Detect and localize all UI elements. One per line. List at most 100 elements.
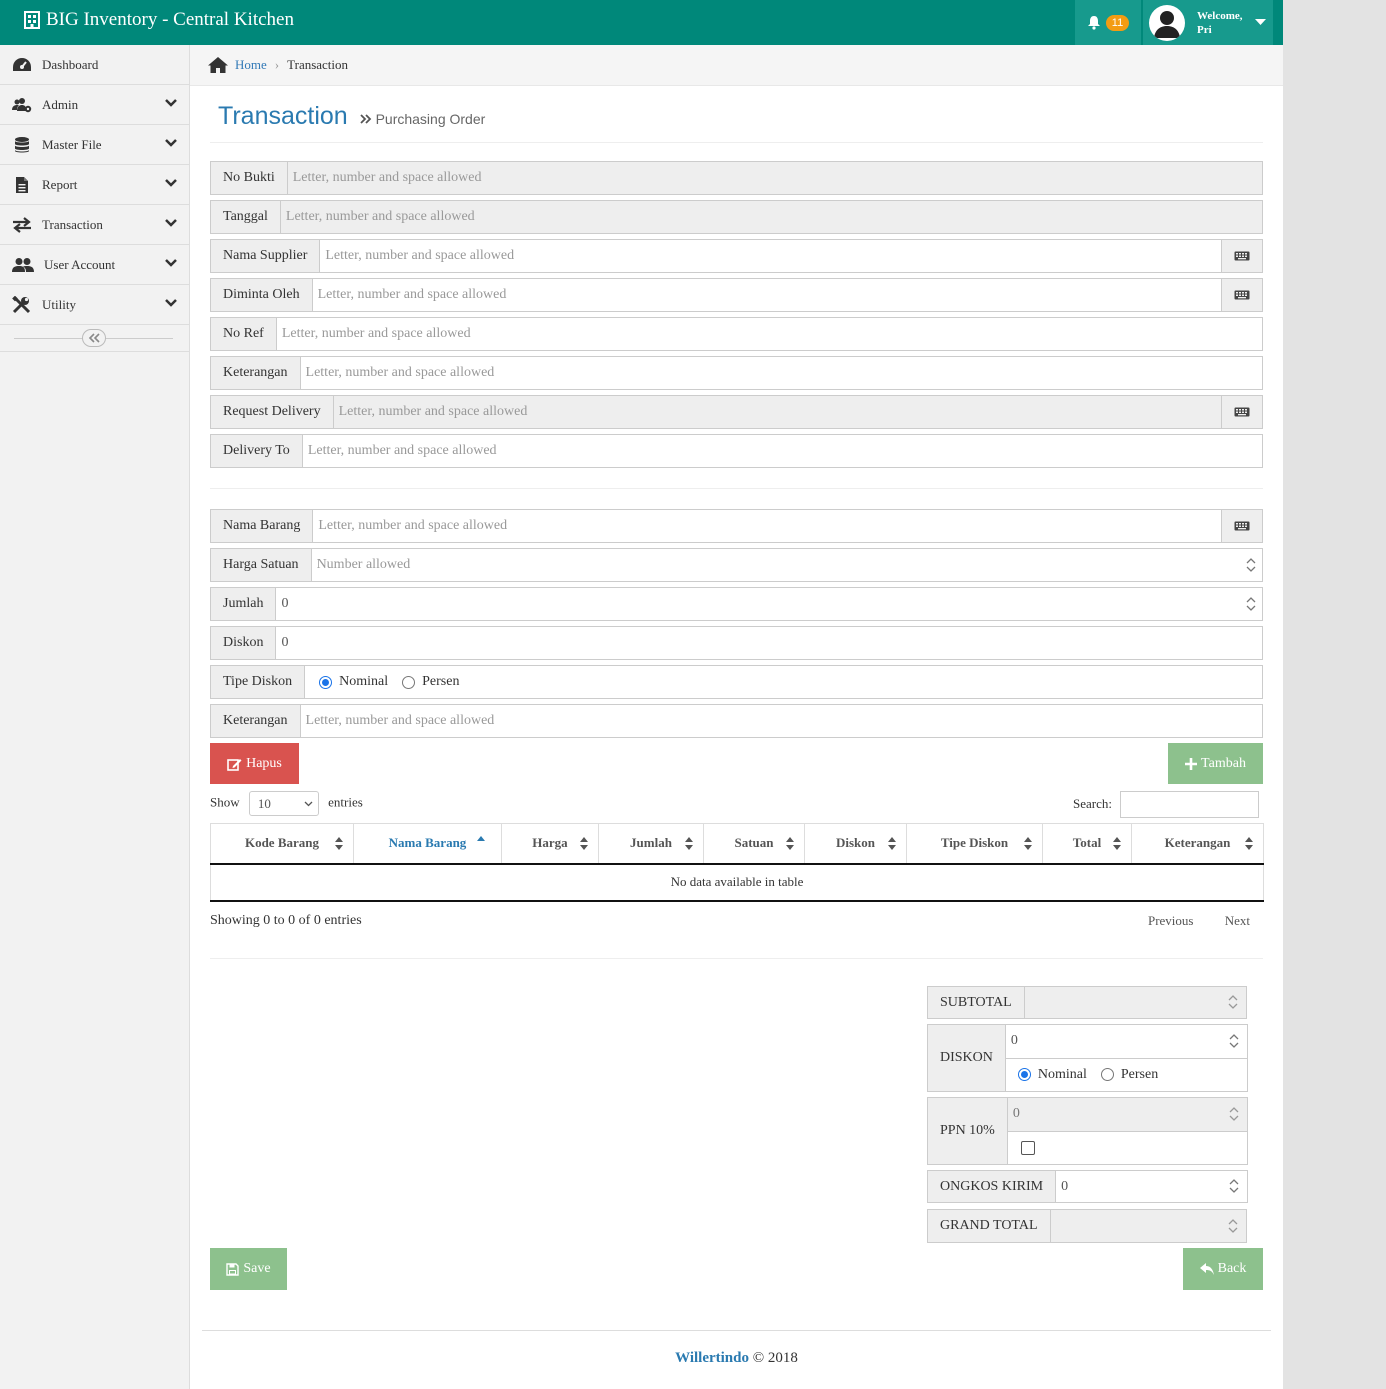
- grand-total-input[interactable]: [1050, 1210, 1246, 1242]
- harga-satuan-input[interactable]: Number allowed: [312, 549, 1240, 581]
- diminta-oleh-input[interactable]: Letter, number and space allowed: [313, 279, 1221, 311]
- tipe-diskon-persen-radio[interactable]: Persen: [402, 674, 459, 690]
- sidebar-item-dashboard[interactable]: Dashboard: [0, 45, 189, 85]
- no-bukti-input[interactable]: Letter, number and space allowed: [287, 162, 1262, 194]
- column-header-keterangan[interactable]: Keterangan: [1131, 823, 1264, 865]
- column-header-satuan[interactable]: Satuan: [703, 823, 805, 865]
- notification-button[interactable]: 11: [1075, 0, 1141, 45]
- app-title: BIG Inventory - Central Kitchen: [46, 9, 294, 30]
- sort-icon: [786, 837, 794, 850]
- ongkos-kirim-input[interactable]: 0: [1056, 1171, 1247, 1202]
- spinner-icon: [1228, 1219, 1238, 1233]
- table-search-input[interactable]: [1120, 791, 1259, 818]
- pagination: Previous Next: [1120, 913, 1250, 929]
- floppy-disk-icon: [226, 1262, 240, 1276]
- number-spinner[interactable]: [1240, 588, 1262, 620]
- ppn-checkbox[interactable]: [1020, 1140, 1035, 1155]
- empty-table-message: No data available in table: [210, 863, 1264, 902]
- page-title: Transaction: [218, 102, 348, 130]
- nama-barang-input[interactable]: Letter, number and space allowed: [313, 510, 1221, 542]
- back-button[interactable]: Back: [1183, 1248, 1263, 1290]
- nama-supplier-field: Nama Supplier Letter, number and space a…: [210, 239, 1263, 273]
- diminta-oleh-lookup-button[interactable]: [1221, 279, 1262, 311]
- jumlah-input[interactable]: 0: [276, 588, 1240, 620]
- nama-supplier-input[interactable]: Letter, number and space allowed: [320, 240, 1221, 272]
- table-info: Showing 0 to 0 of 0 entries: [210, 913, 362, 928]
- users-cog-icon: [12, 97, 32, 112]
- double-chevron-left-icon: [88, 333, 100, 343]
- column-header-diskon[interactable]: Diskon: [804, 823, 907, 865]
- barang-lookup-button[interactable]: [1221, 510, 1262, 542]
- welcome-text: Welcome, Pri: [1197, 9, 1243, 36]
- sort-icon: [1113, 837, 1121, 850]
- tanggal-field: Tanggal Letter, number and space allowed: [210, 200, 1263, 234]
- column-header-total[interactable]: Total: [1042, 823, 1132, 865]
- save-button[interactable]: Save: [210, 1248, 287, 1290]
- spinner-icon: [1229, 1179, 1239, 1193]
- keyboard-icon: [1234, 251, 1250, 261]
- sort-icon: [335, 837, 343, 850]
- diskon-total-input[interactable]: 0: [1005, 1025, 1247, 1059]
- tipe-diskon-nominal-radio[interactable]: Nominal: [319, 674, 388, 690]
- tambah-button[interactable]: Tambah: [1168, 743, 1263, 784]
- sidebar-item-admin[interactable]: Admin: [0, 85, 189, 125]
- diskon-input[interactable]: 0: [276, 627, 1262, 659]
- tipe-diskon-field: Tipe Diskon Nominal Persen: [210, 665, 1263, 699]
- sidebar-item-user-account[interactable]: User Account: [0, 245, 189, 285]
- plus-icon: [1185, 757, 1198, 770]
- column-header-nama-barang[interactable]: Nama Barang: [353, 823, 502, 865]
- chevron-down-icon: [165, 299, 177, 307]
- chevron-down-icon: [304, 801, 313, 807]
- tanggal-input[interactable]: Letter, number and space allowed: [280, 201, 1262, 233]
- keterangan-input[interactable]: Letter, number and space allowed: [301, 357, 1262, 389]
- subtotal-input[interactable]: [1024, 987, 1246, 1018]
- app-brand[interactable]: BIG Inventory - Central Kitchen: [24, 9, 294, 31]
- reply-icon: [1199, 1263, 1214, 1275]
- spinner-icon: [1246, 597, 1256, 611]
- subtotal-field: SUBTOTAL: [927, 986, 1247, 1019]
- supplier-lookup-button[interactable]: [1221, 240, 1262, 272]
- database-icon: [15, 136, 29, 152]
- number-spinner[interactable]: [1240, 549, 1262, 581]
- grand-total-field: GRAND TOTAL: [927, 1209, 1247, 1243]
- next-page-button[interactable]: Next: [1225, 913, 1250, 928]
- sort-icon: [580, 837, 588, 850]
- number-spinner[interactable]: [1228, 995, 1238, 1014]
- request-delivery-input[interactable]: Letter, number and space allowed: [333, 396, 1221, 428]
- item-keterangan-input[interactable]: Letter, number and space allowed: [301, 705, 1262, 737]
- column-header-jumlah[interactable]: Jumlah: [598, 823, 704, 865]
- divider: [210, 142, 1263, 143]
- previous-page-button[interactable]: Previous: [1148, 913, 1194, 928]
- breadcrumb-home-link[interactable]: Home: [235, 57, 267, 73]
- diskon-total-nominal-radio[interactable]: Nominal: [1017, 1067, 1087, 1083]
- column-header-tipe-diskon[interactable]: Tipe Diskon: [906, 823, 1043, 865]
- no-ref-input[interactable]: Letter, number and space allowed: [277, 318, 1262, 350]
- column-header-harga[interactable]: Harga: [501, 823, 599, 865]
- diskon-total-persen-radio[interactable]: Persen: [1100, 1067, 1158, 1083]
- user-menu[interactable]: Welcome, Pri: [1143, 0, 1273, 45]
- footer-divider: [202, 1330, 1271, 1331]
- no-bukti-field: No Bukti Letter, number and space allowe…: [210, 161, 1263, 195]
- sidebar-collapse-button[interactable]: [82, 329, 106, 347]
- item-keterangan-field: Keterangan Letter, number and space allo…: [210, 704, 1263, 738]
- column-header-kode-barang[interactable]: Kode Barang: [210, 823, 354, 865]
- hapus-button[interactable]: Hapus: [210, 743, 299, 784]
- sidebar-item-report[interactable]: Report: [0, 165, 189, 205]
- breadcrumb-separator: ›: [274, 57, 280, 72]
- sidebar-item-utility[interactable]: Utility: [0, 285, 189, 325]
- page-length-select[interactable]: 10: [248, 791, 319, 816]
- request-delivery-lookup-button[interactable]: [1221, 396, 1262, 428]
- diskon-total-field: DISKON 0 Nominal Persen: [927, 1024, 1248, 1092]
- page-header: Transaction Purchasing Order: [218, 102, 485, 131]
- sidebar-item-master-file[interactable]: Master File: [0, 125, 189, 165]
- keyboard-icon: [1234, 407, 1250, 417]
- tools-icon: [12, 295, 31, 313]
- chevron-down-icon: [165, 139, 177, 147]
- caret-down-icon: [1254, 19, 1266, 25]
- divider: [210, 488, 1263, 489]
- delivery-to-input[interactable]: Letter, number and space allowed: [303, 435, 1262, 467]
- footer-brand-link[interactable]: Willertindo: [675, 1350, 749, 1366]
- sidebar-item-transaction[interactable]: Transaction: [0, 205, 189, 245]
- main-content: Home › Transaction Transaction Purchasin…: [190, 45, 1283, 1389]
- ppn-input[interactable]: 0: [1007, 1098, 1247, 1132]
